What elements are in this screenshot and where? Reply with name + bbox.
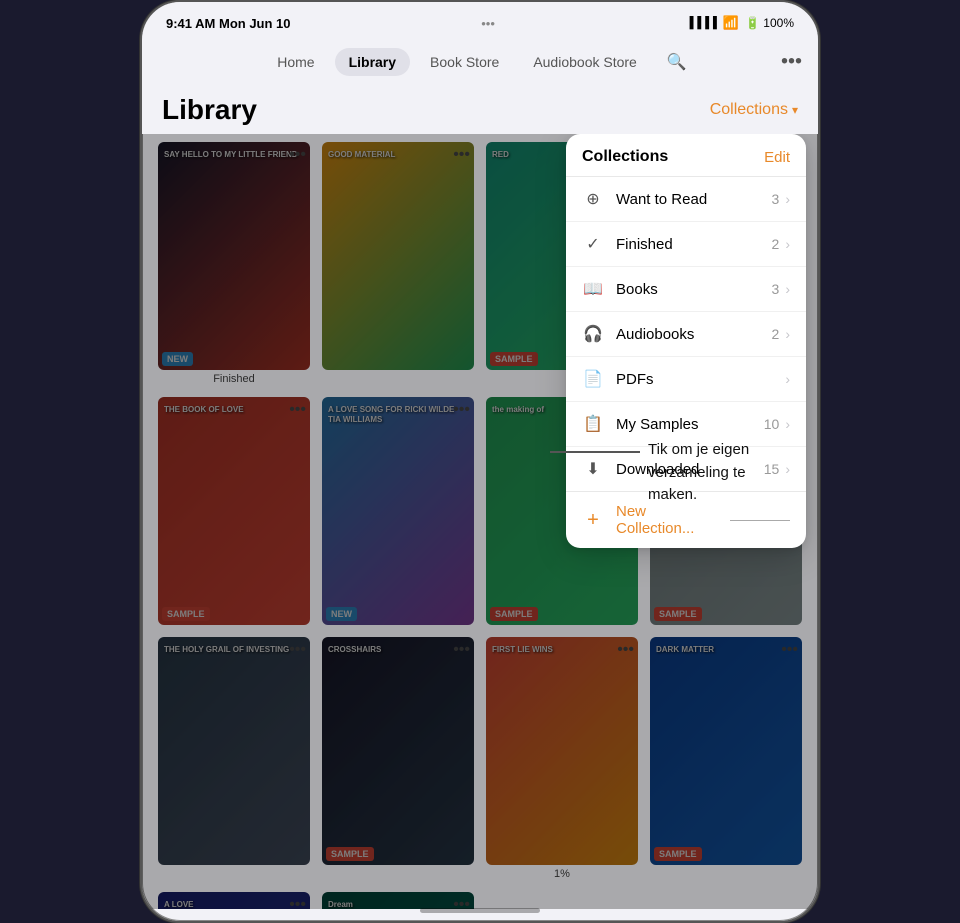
collection-item-audiobooks[interactable]: 🎧 Audiobooks 2 › bbox=[566, 312, 806, 357]
collection-name: Want to Read bbox=[616, 191, 772, 208]
collection-icon: ✓ bbox=[582, 233, 604, 255]
status-bar: 9:41 AM Mon Jun 10 ••• ▐▐▐▐ 📶 🔋 100% bbox=[142, 2, 818, 38]
chevron-right-icon: › bbox=[785, 371, 790, 387]
chevron-right-icon: › bbox=[785, 281, 790, 297]
signal-icon: ▐▐▐▐ bbox=[686, 17, 717, 29]
collection-item-books[interactable]: 📖 Books 3 › bbox=[566, 267, 806, 312]
collection-name: Books bbox=[616, 281, 772, 298]
collection-count: 2 bbox=[772, 326, 780, 342]
collection-count: 10 bbox=[764, 416, 780, 432]
collection-name: Finished bbox=[616, 236, 772, 253]
search-icon[interactable]: 🔍 bbox=[657, 46, 697, 78]
chevron-right-icon: › bbox=[785, 191, 790, 207]
add-icon: + bbox=[582, 509, 604, 531]
tab-bookstore[interactable]: Book Store bbox=[416, 48, 513, 76]
chevron-right-icon: › bbox=[785, 326, 790, 342]
callout-line bbox=[550, 451, 640, 453]
collection-icon: 📖 bbox=[582, 278, 604, 300]
collection-count: 3 bbox=[772, 281, 780, 297]
tab-home[interactable]: Home bbox=[263, 48, 328, 76]
top-nav: Home Library Book Store Audiobook Store … bbox=[142, 38, 818, 86]
collection-count: 3 bbox=[772, 191, 780, 207]
device-frame: 9:41 AM Mon Jun 10 ••• ▐▐▐▐ 📶 🔋 100% Hom… bbox=[140, 0, 820, 923]
dropdown-title: Collections bbox=[582, 148, 668, 166]
collection-name: PDFs bbox=[616, 371, 785, 388]
chevron-right-icon: › bbox=[785, 236, 790, 252]
side-button bbox=[818, 162, 820, 222]
callout-text: Tik om je eigen verzameling te maken. bbox=[648, 439, 798, 507]
collection-icon: ⊕ bbox=[582, 188, 604, 210]
collection-item-pdfs[interactable]: 📄 PDFs › bbox=[566, 357, 806, 402]
main-content: SAY HELLO TO MY LITTLE FRIENDNEW•••Finis… bbox=[142, 134, 818, 909]
collection-icon: 🎧 bbox=[582, 323, 604, 345]
battery-icon: 🔋 100% bbox=[745, 16, 794, 30]
edit-button[interactable]: Edit bbox=[764, 149, 790, 166]
collection-count: 2 bbox=[772, 236, 780, 252]
collection-icon: 📄 bbox=[582, 368, 604, 390]
status-right: ▐▐▐▐ 📶 🔋 100% bbox=[686, 15, 794, 31]
collection-name: My Samples bbox=[616, 416, 764, 433]
callout-annotation: Tik om je eigen verzameling te maken. bbox=[550, 439, 798, 507]
more-button[interactable]: ••• bbox=[781, 51, 802, 74]
collection-name: Audiobooks bbox=[616, 326, 772, 343]
chevron-right-icon: › bbox=[785, 416, 790, 432]
tab-library[interactable]: Library bbox=[335, 48, 410, 76]
collection-item-want-to-read[interactable]: ⊕ Want to Read 3 › bbox=[566, 177, 806, 222]
tab-audiobookstore[interactable]: Audiobook Store bbox=[519, 48, 651, 76]
library-header: Library Collections ▾ bbox=[142, 86, 818, 134]
collections-label: Collections bbox=[710, 101, 788, 119]
new-collection-label: New Collection... bbox=[616, 503, 726, 537]
collection-item-finished[interactable]: ✓ Finished 2 › bbox=[566, 222, 806, 267]
new-collection-line bbox=[730, 520, 790, 521]
status-dots: ••• bbox=[481, 16, 495, 31]
library-title: Library bbox=[162, 94, 257, 126]
chevron-down-icon: ▾ bbox=[792, 103, 798, 117]
wifi-icon: 📶 bbox=[723, 15, 739, 31]
status-time: 9:41 AM Mon Jun 10 bbox=[166, 16, 291, 31]
collection-icon: 📋 bbox=[582, 413, 604, 435]
collections-dropdown-trigger[interactable]: Collections ▾ bbox=[710, 101, 798, 119]
dropdown-header: Collections Edit bbox=[566, 134, 806, 177]
